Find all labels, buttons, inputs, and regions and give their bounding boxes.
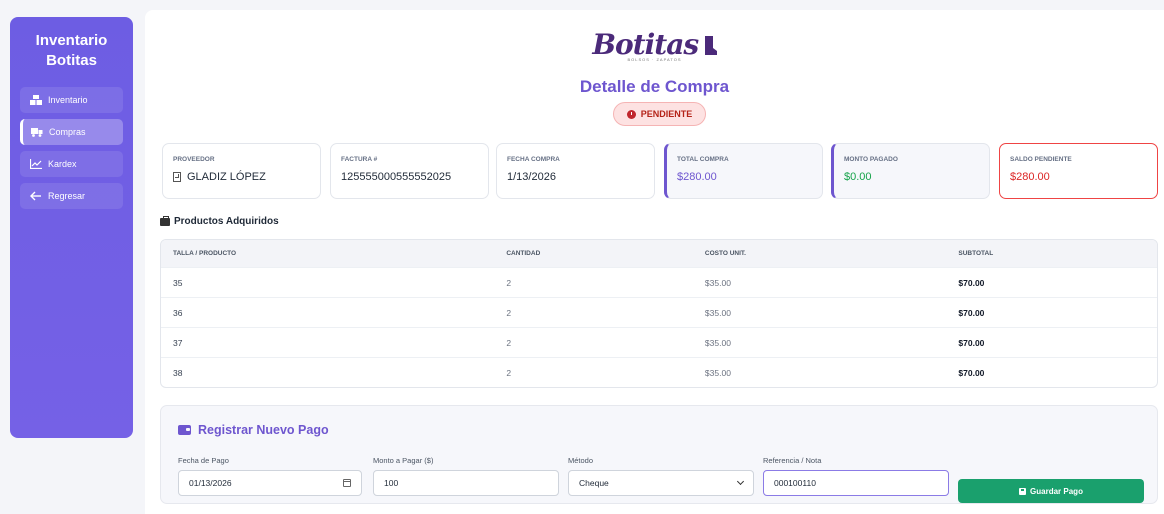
card-proveedor: PROVEEDOR GLADIZ LÓPEZ [162, 143, 321, 199]
method-label: Método [568, 456, 594, 465]
brand-logo: Botitas BOLSOS · ZAPATOS [145, 28, 1164, 72]
amount-value: 100 [384, 478, 399, 488]
cell-unit-cost: $35.00 [704, 277, 731, 288]
table-header: TALLA / PRODUCTO CANTIDAD COSTO UNIT. SU… [161, 240, 1157, 268]
products-title: Productos Adquiridos [174, 216, 279, 227]
boxes-icon [30, 95, 42, 105]
date-label: Fecha de Pago [178, 456, 229, 465]
status-text: PENDIENTE [640, 109, 693, 119]
card-label: PROVEEDOR [173, 156, 215, 163]
total-amount: $280.00 [677, 171, 717, 183]
truck-icon [31, 127, 43, 137]
card-label: FACTURA # [341, 156, 378, 163]
amount-label: Monto a Pagar ($) [373, 456, 434, 465]
save-button-label: Guardar Pago [1030, 486, 1083, 496]
sidebar-item-compras[interactable]: Compras [20, 119, 123, 145]
table-row: 38 2 $35.00 $70.00 [161, 358, 1157, 387]
method-select[interactable]: Cheque [568, 470, 754, 496]
sidebar-brand: Inventario Botitas [20, 31, 123, 71]
sidebar-item-label: Inventario [48, 95, 88, 105]
supplier-name: GLADIZ LÓPEZ [187, 171, 266, 183]
payment-date-input[interactable]: 01/13/2026 [178, 470, 362, 496]
card-factura: FACTURA # 125555000555552025 [330, 143, 489, 199]
cell-size: 35 [173, 277, 183, 288]
card-monto-pagado: MONTO PAGADO $0.00 [831, 143, 990, 199]
card-value: GLADIZ LÓPEZ [173, 171, 310, 183]
payment-title: Registrar Nuevo Pago [198, 423, 329, 437]
sidebar-item-label: Compras [49, 127, 86, 137]
save-icon [1019, 487, 1027, 495]
card-label: MONTO PAGADO [844, 156, 898, 163]
sidebar-item-kardex[interactable]: Kardex [20, 151, 123, 177]
sidebar-item-regresar[interactable]: Regresar [20, 183, 123, 209]
chart-line-icon [30, 159, 42, 169]
table-row: 36 2 $35.00 $70.00 [161, 298, 1157, 328]
cell-size: 37 [173, 337, 183, 348]
invoice-number: 125555000555552025 [341, 171, 452, 183]
brand-line-1: Inventario [35, 32, 108, 49]
sidebar-item-inventario[interactable]: Inventario [20, 87, 123, 113]
cell-unit-cost: $35.00 [704, 307, 731, 318]
cell-subtotal: $70.00 [958, 277, 985, 288]
wallet-icon [178, 425, 191, 435]
page-title: Detalle de Compra [579, 77, 730, 96]
sidebar: Inventario Botitas Inventario Compras Ka… [10, 17, 133, 438]
pending-balance: $280.00 [1010, 171, 1050, 183]
brand-line-2: Botitas [46, 52, 97, 69]
products-table: TALLA / PRODUCTO CANTIDAD COSTO UNIT. SU… [160, 239, 1158, 388]
sidebar-item-label: Regresar [48, 191, 86, 201]
cell-quantity: 2 [506, 277, 512, 288]
card-saldo-pendiente: SALDO PENDIENTE $280.00 [999, 143, 1158, 199]
column-header: SUBTOTAL [958, 250, 994, 257]
cell-quantity: 2 [506, 368, 512, 378]
cell-subtotal: $70.00 [958, 337, 985, 348]
cell-subtotal: $70.00 [958, 368, 985, 378]
table-row: 35 2 $35.00 $70.00 [161, 268, 1157, 298]
cell-quantity: 2 [506, 307, 512, 318]
arrow-left-icon [30, 191, 42, 201]
card-label: SALDO PENDIENTE [1010, 156, 1072, 163]
cell-quantity: 2 [506, 337, 512, 348]
table-row: 37 2 $35.00 $70.00 [161, 328, 1157, 358]
reference-label: Referencia / Nota [763, 456, 822, 465]
boot-icon [704, 36, 717, 55]
clock-icon [626, 109, 636, 119]
payment-date-value: 01/13/2026 [189, 478, 232, 488]
reference-value: 000100110 [774, 478, 816, 488]
column-header: CANTIDAD [506, 250, 541, 257]
chevron-down-icon [736, 477, 745, 486]
card-fecha-compra: FECHA COMPRA 1/13/2026 [496, 143, 655, 199]
reference-input[interactable]: 000100110 [763, 470, 949, 496]
cell-size: 36 [173, 307, 183, 318]
card-label: TOTAL COMPRA [677, 156, 729, 163]
main-content: Botitas BOLSOS · ZAPATOS Detalle de Comp… [145, 10, 1164, 514]
card-total-compra: TOTAL COMPRA $280.00 [664, 143, 823, 199]
calendar-icon[interactable] [343, 479, 351, 487]
purchase-date: 1/13/2026 [507, 171, 556, 183]
box-icon [160, 215, 170, 226]
cell-unit-cost: $35.00 [704, 337, 731, 348]
column-header: TALLA / PRODUCTO [173, 250, 237, 257]
payment-heading: Registrar Nuevo Pago [178, 423, 329, 437]
products-heading: Productos Adquiridos [160, 215, 279, 227]
save-payment-button[interactable]: Guardar Pago [958, 479, 1144, 503]
amount-input[interactable]: 100 [373, 470, 559, 496]
building-icon [173, 172, 181, 182]
cell-unit-cost: $35.00 [704, 368, 731, 378]
payment-form: Registrar Nuevo Pago Fecha de Pago 01/13… [160, 405, 1158, 504]
column-header: COSTO UNIT. [704, 250, 746, 257]
method-value: Cheque [579, 478, 609, 488]
cell-subtotal: $70.00 [958, 307, 985, 318]
cell-size: 38 [173, 368, 183, 378]
card-label: FECHA COMPRA [507, 156, 560, 163]
logo-subtitle: BOLSOS · ZAPATOS [627, 57, 682, 62]
status-badge: PENDIENTE [613, 102, 706, 126]
sidebar-item-label: Kardex [48, 159, 77, 169]
paid-amount: $0.00 [844, 171, 872, 183]
